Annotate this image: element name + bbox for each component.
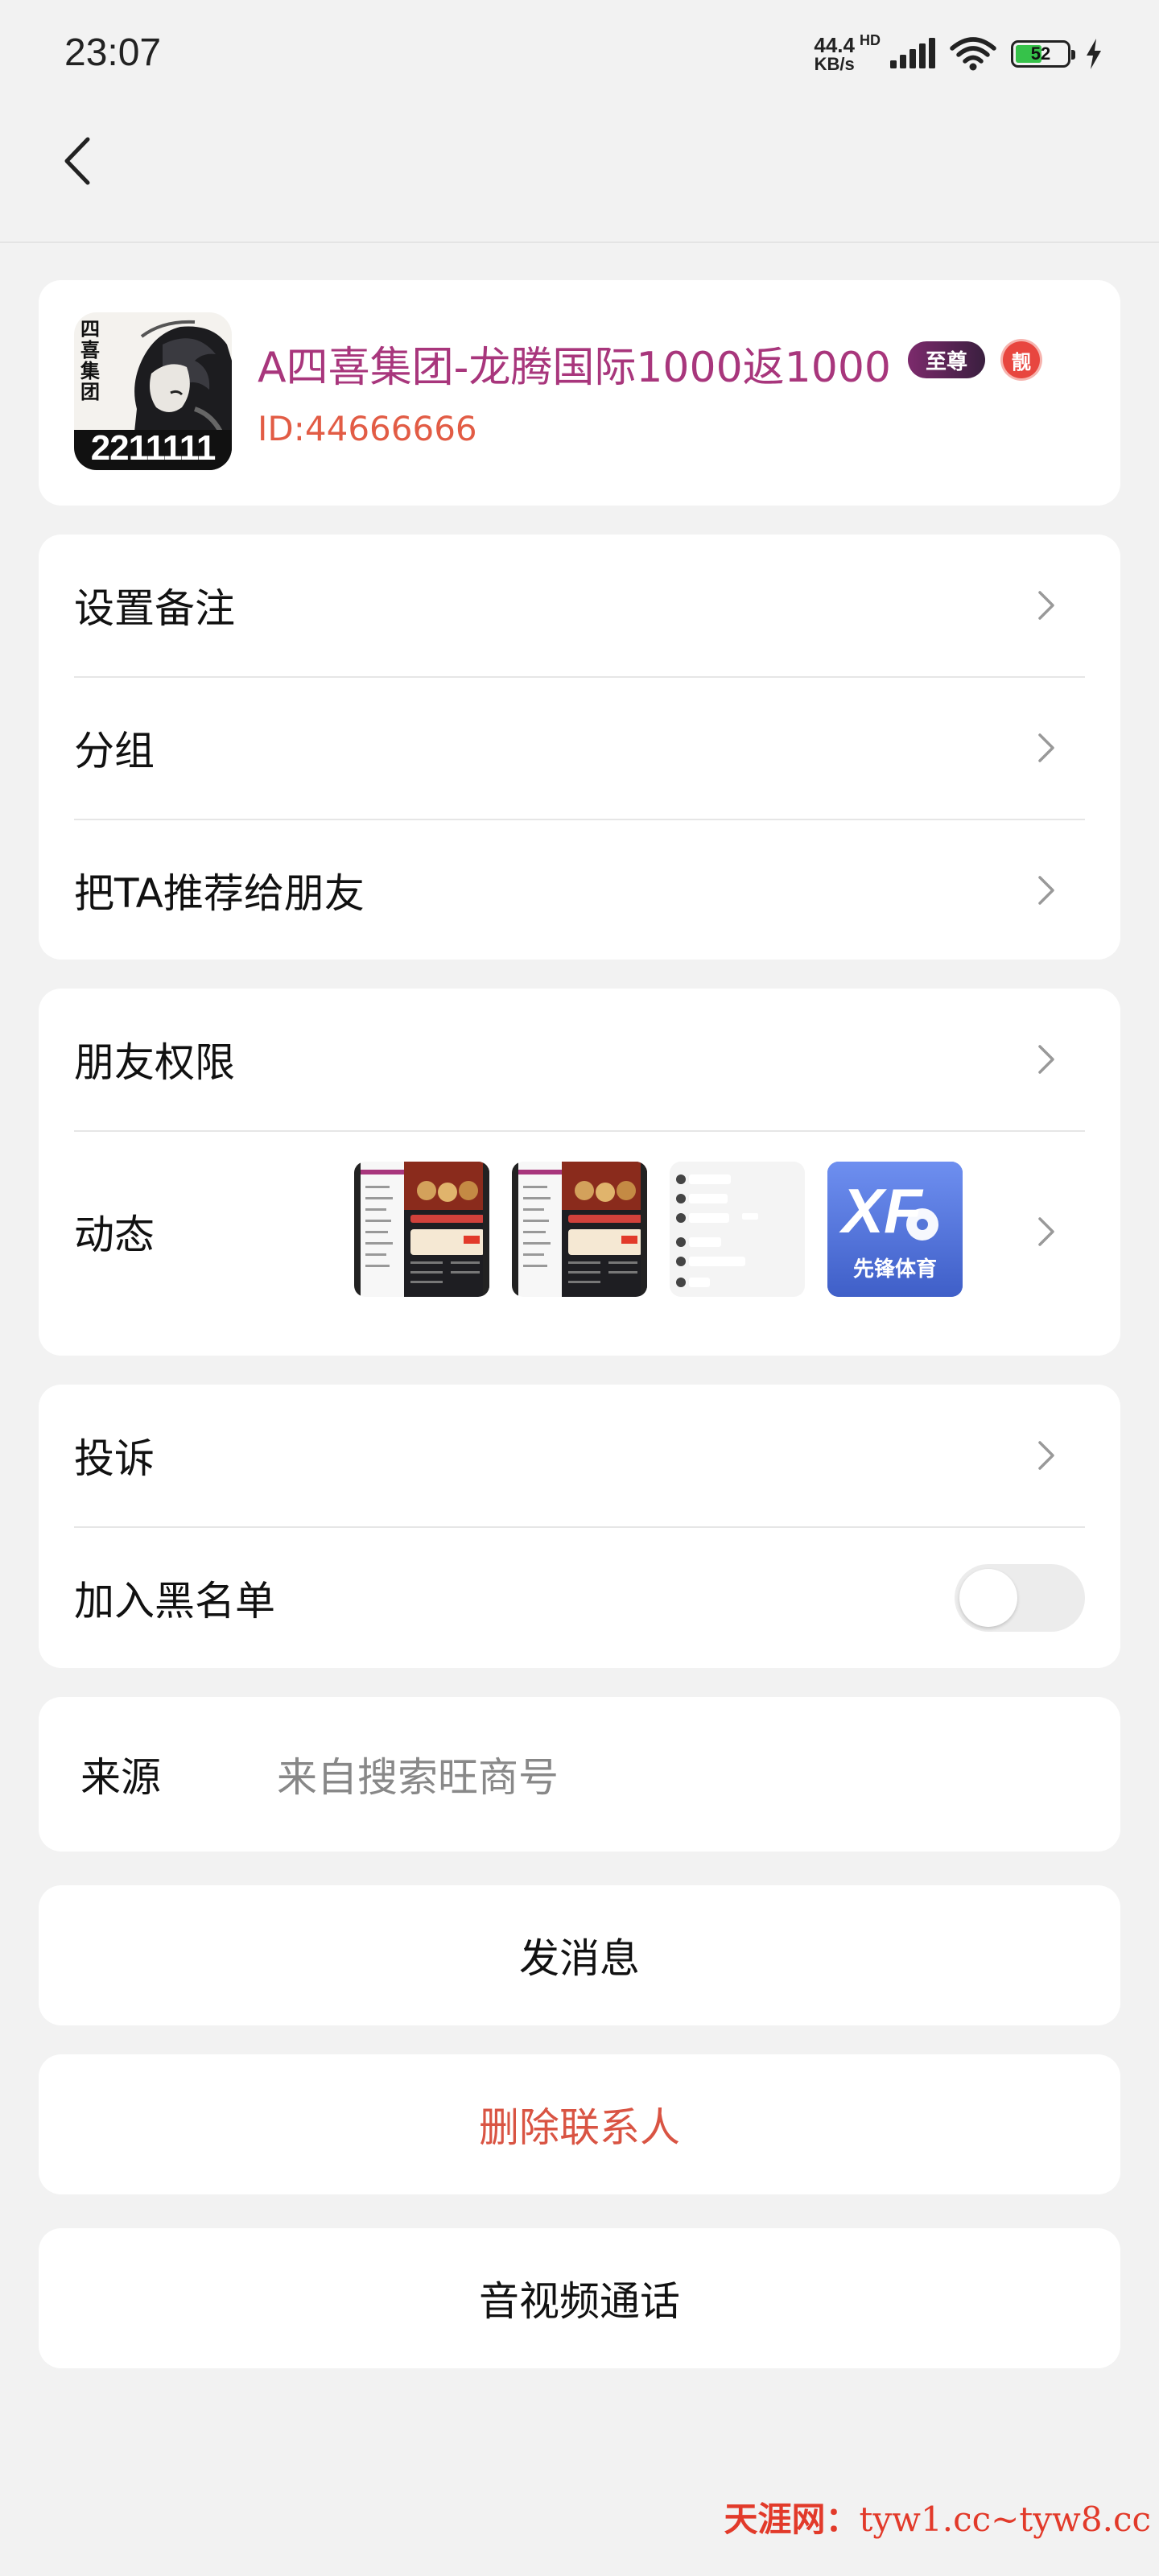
back-button[interactable] (48, 129, 105, 193)
moment-thumbnail[interactable] (512, 1162, 647, 1297)
send-message-button[interactable]: 发消息 (39, 1885, 1120, 2025)
row-label: 朋友权限 (74, 1039, 235, 1086)
chevron-right-icon (1038, 733, 1054, 762)
profile-name: A四喜集团-龙腾国际1000返1000 (258, 344, 892, 392)
row-blacklist: 加入黑名单 (39, 1527, 1120, 1669)
row-label: 把TA推荐给朋友 (74, 870, 365, 917)
watermark: 天涯网：tyw1.cc~tyw8.cc (724, 2492, 1151, 2541)
row-moments[interactable]: 动态 XF 先锋体育 (39, 1131, 1120, 1332)
row-recommend-to-friend[interactable]: 把TA推荐给朋友 (39, 819, 1120, 961)
app-screenshot-image (512, 1162, 647, 1297)
status-bar: 23:07 44.4 KB/s HD 52 (0, 0, 1159, 105)
chat-screenshot-image (670, 1162, 805, 1297)
wifi-icon (950, 37, 996, 71)
battery-icon: 52 (1011, 40, 1075, 68)
row-set-remark[interactable]: 设置备注 (39, 535, 1120, 676)
row-label: 动态 (74, 1212, 155, 1258)
profile-id: ID:44666666 (258, 409, 477, 448)
moment-thumbnail[interactable]: XF 先锋体育 (827, 1162, 963, 1297)
network-speed-value: 44.4 (814, 33, 855, 57)
rank-badge: 至尊 (908, 341, 985, 378)
status-icons: 44.4 KB/s HD 52 (814, 32, 1103, 76)
source-card: 来源 来自搜索旺商号 (39, 1697, 1120, 1852)
row-label: 设置备注 (74, 585, 235, 632)
safety-card: 投诉 加入黑名单 (39, 1385, 1120, 1668)
chevron-right-icon (1038, 591, 1054, 620)
blacklist-toggle[interactable] (955, 1564, 1085, 1632)
header-divider (0, 242, 1159, 243)
battery-level: 52 (1030, 43, 1051, 64)
row-friend-permission[interactable]: 朋友权限 (39, 989, 1120, 1130)
watermark-url: tyw1.cc~tyw8.cc (859, 2500, 1151, 2539)
settings-card: 设置备注 分组 把TA推荐给朋友 (39, 535, 1120, 960)
charging-icon (1087, 39, 1101, 69)
signal-icon (890, 38, 935, 68)
row-report[interactable]: 投诉 (39, 1385, 1120, 1526)
xf-logo-text: XF (842, 1175, 922, 1246)
avatar[interactable]: 四喜集团 2211111 (74, 312, 232, 470)
row-label: 投诉 (74, 1435, 155, 1482)
network-speed: 44.4 KB/s (814, 35, 855, 73)
moment-thumbnail[interactable] (354, 1162, 489, 1297)
status-time: 23:07 (64, 31, 162, 74)
chevron-right-icon (1038, 876, 1054, 905)
hd-label: HD (860, 32, 881, 48)
avatar-number: 2211111 (90, 428, 217, 468)
xf-logo-caption: 先锋体育 (852, 1257, 937, 1282)
chevron-right-icon (1038, 1217, 1054, 1246)
delete-contact-button[interactable]: 删除联系人 (39, 2054, 1120, 2194)
source-label: 来源 (80, 1754, 161, 1801)
av-call-button[interactable]: 音视频通话 (39, 2228, 1120, 2368)
source-value: 来自搜索旺商号 (277, 1754, 559, 1801)
toggle-knob (959, 1569, 1017, 1627)
profile-card: 四喜集团 2211111 A四喜集团-龙腾国际1000返1000 至尊 靓 ID… (39, 280, 1120, 506)
row-label: 加入黑名单 (74, 1578, 275, 1624)
watermark-brand: 天涯网： (724, 2500, 860, 2539)
chevron-left-icon (64, 137, 90, 185)
avatar-vertical-text: 四喜集团 (80, 317, 100, 403)
chevron-right-icon (1038, 1441, 1054, 1470)
network-speed-unit: KB/s (814, 54, 855, 74)
app-screenshot-image (354, 1162, 489, 1297)
pretty-number-badge: 靓 (1003, 341, 1040, 378)
row-label: 分组 (74, 728, 155, 774)
row-group[interactable]: 分组 (39, 677, 1120, 819)
privacy-card: 朋友权限 动态 XF 先锋体育 (39, 989, 1120, 1356)
chevron-right-icon (1038, 1045, 1054, 1074)
moment-thumbnail[interactable] (670, 1162, 805, 1297)
